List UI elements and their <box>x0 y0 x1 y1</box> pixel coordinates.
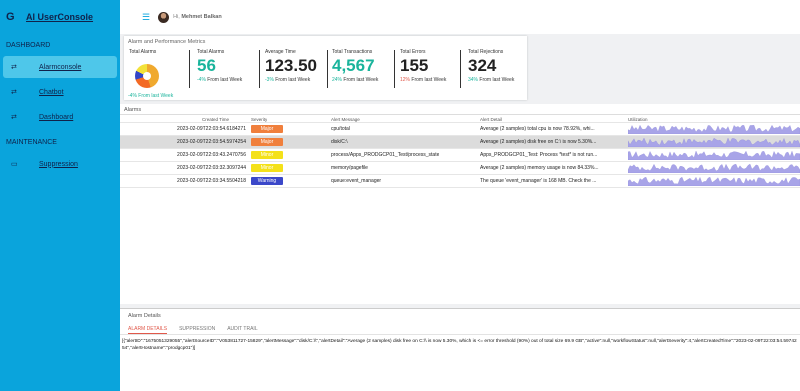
swap-icon: ⇄ <box>11 114 17 121</box>
utilization-sparkline <box>628 150 800 160</box>
alarms-title: Alarms <box>120 104 800 115</box>
metric-value: 123.50 <box>265 56 317 75</box>
divider <box>327 50 328 88</box>
metric-total-alarms: Total Alarms 56 -4% From last Week <box>197 49 243 83</box>
user-name: Mehmet Balkan <box>181 14 222 20</box>
column-header[interactable]: Utilization <box>628 117 648 122</box>
details-tabs: ALARM DETAILS SUPPRESSION AUDIT TRAIL <box>120 323 800 335</box>
alert-detail: Average (2 samples) total cpu is now 78.… <box>480 126 595 132</box>
metric-total-errors: Total Errors 155 12% From last Week <box>400 49 447 83</box>
topbar: ☰ Hi, Mehmet Balkan <box>120 0 800 34</box>
divider <box>460 50 461 88</box>
severity-badge: Minor <box>251 151 283 159</box>
alert-message: cpu/total <box>331 126 350 132</box>
metric-value: 155 <box>400 56 429 75</box>
column-header[interactable]: Created Time <box>202 117 229 122</box>
table-row[interactable]: 2023-02-09T22:03:32.3097244 Minor memory/p… <box>120 162 800 175</box>
severity-badge: Warning <box>251 177 283 185</box>
sidebar-item-alarmconsole[interactable]: ⇄ Alarmconsole <box>3 56 117 78</box>
tab-audit-trail[interactable]: AUDIT TRAIL <box>227 323 257 334</box>
swap-icon: ⇄ <box>11 64 17 71</box>
sidebar-item-chatbot[interactable]: ⇄ Chatbot <box>3 81 117 103</box>
avatar[interactable] <box>158 11 170 23</box>
severity-badge: Major <box>251 125 283 133</box>
alert-message: disk/C:\ <box>331 139 348 145</box>
divider <box>394 50 395 88</box>
metric-change: -3% <box>265 77 274 83</box>
alarm-details-panel: Alarm Details ALARM DETAILS SUPPRESSION … <box>120 308 800 391</box>
suppression-icon: ▭ <box>11 161 18 168</box>
divider <box>189 50 190 88</box>
divider <box>259 50 260 88</box>
metrics-card: Alarm and Performance Metrics Total Alar… <box>124 36 527 100</box>
column-header[interactable]: Alert Message <box>331 117 360 122</box>
metric-change: -4% <box>197 77 206 83</box>
created-time: 2023-02-09T22:03:43.2470756 <box>177 152 246 158</box>
utilization-sparkline <box>628 137 800 147</box>
severity-badge: Major <box>251 138 283 146</box>
utilization-sparkline <box>628 176 800 186</box>
created-time: 2023-02-09T22:03:54.6184271 <box>177 126 246 132</box>
column-header[interactable]: Severity <box>251 117 267 122</box>
table-row[interactable]: 2023-02-09T22:03:54.6184271 Major cpu/tota… <box>120 123 800 136</box>
metric-value: 324 <box>468 56 497 75</box>
alert-message: queue:event_manager <box>331 178 382 184</box>
brand[interactable]: G AI UserConsole <box>0 0 120 34</box>
alert-detail: Apps_PRODGCP01_Test: Process *test* is n… <box>480 152 598 158</box>
utilization-sparkline <box>628 124 800 134</box>
swap-icon: ⇄ <box>11 89 17 96</box>
metric-average-time: Average Time 123.50 -3% From last Week <box>265 49 317 83</box>
section-heading-dashboard: DASHBOARD <box>6 42 51 49</box>
sidebar-item-dashboard[interactable]: ⇄ Dashboard <box>3 106 117 128</box>
sidebar: G AI UserConsole DASHBOARD ⇄ Alarmconsol… <box>0 0 120 391</box>
severity-badge: Minor <box>251 164 283 172</box>
table-row[interactable]: 2023-02-09T22:03:34.5504218 Warning queue:… <box>120 175 800 188</box>
metric-change: 24% <box>332 77 343 83</box>
metric-total-transactions: Total Transactions 4,567 24% From last W… <box>332 49 379 83</box>
alarms-pie-chart <box>135 64 159 88</box>
metrics-title: Alarm and Performance Metrics <box>128 39 206 45</box>
logo-icon: G <box>6 11 15 23</box>
alarms-panel: Alarms Created Time Severity Alert Messa… <box>120 104 800 304</box>
pie-footer: -4% From last Week <box>128 93 174 99</box>
sidebar-item-label: Dashboard <box>39 113 74 121</box>
metric-pie-label: Total Alarms <box>129 49 157 55</box>
alert-detail: Average (2 samples) memory usage is now … <box>480 165 599 171</box>
table-row[interactable]: 2023-02-09T22:03:54.5974254 Major disk/C:\… <box>120 136 800 149</box>
table-header: Created Time Severity Alert Message Aler… <box>120 115 800 123</box>
created-time: 2023-02-09T22:03:34.5504218 <box>177 178 246 184</box>
alert-detail: Average (2 samples) disk free on C:\ is … <box>480 139 597 145</box>
tab-suppression[interactable]: SUPPRESSION <box>179 323 215 334</box>
metric-value: 56 <box>197 56 216 75</box>
created-time: 2023-02-09T22:03:32.3097244 <box>177 165 246 171</box>
sidebar-item-suppression[interactable]: ▭ Suppression <box>3 153 117 175</box>
metric-change: 34% <box>468 77 479 83</box>
sidebar-item-label: Alarmconsole <box>39 63 82 71</box>
metric-value: 4,567 <box>332 56 375 75</box>
alarm-detail-json: [{"alertID":"1675051329055","alertSource… <box>122 339 797 351</box>
tab-alarm-details[interactable]: ALARM DETAILS <box>128 323 168 334</box>
created-time: 2023-02-09T22:03:54.5974254 <box>177 139 246 145</box>
table-row[interactable]: 2023-02-09T22:03:43.2470756 Minor process/… <box>120 149 800 162</box>
alert-message: process/Apps_PRODGCP01_Test/process_stat… <box>331 152 440 158</box>
metric-total-rejections: Total Rejections 324 34% From last Week <box>468 49 515 83</box>
sidebar-item-label: Suppression <box>39 160 78 168</box>
alert-message: memory/pagefile <box>331 165 368 171</box>
utilization-sparkline <box>628 163 800 173</box>
user-greeting: Hi, Mehmet Balkan <box>173 14 222 20</box>
column-header[interactable]: Alert Detail <box>480 117 502 122</box>
sidebar-item-label: Chatbot <box>39 88 64 96</box>
details-title: Alarm Details <box>128 313 161 319</box>
alert-detail: The queue 'event_manager' is 168 MB. Che… <box>480 178 597 184</box>
section-heading-maintenance: MAINTENANCE <box>6 139 57 146</box>
menu-icon[interactable]: ☰ <box>142 12 150 23</box>
app-title[interactable]: AI UserConsole <box>26 12 93 22</box>
metric-change: 12% <box>400 77 411 83</box>
